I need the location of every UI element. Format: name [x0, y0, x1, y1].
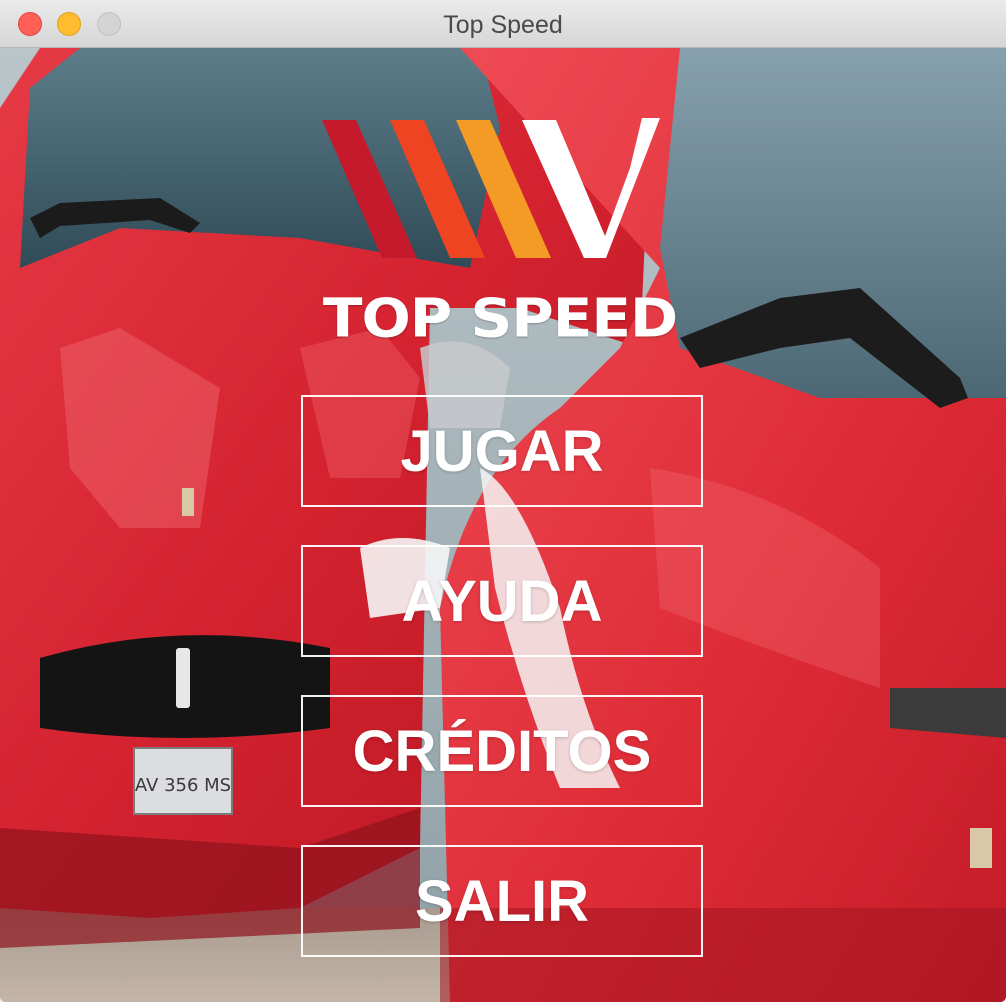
game-title-text: TOP SPEED — [322, 286, 678, 350]
title-bar[interactable]: Top Speed — [0, 0, 1006, 48]
logo-stripe-4 — [522, 118, 660, 258]
menu-scene: AV 356 MS TOP SPEED JUGAR AYUDA CRÉDITOS… — [0, 48, 1006, 1002]
help-button[interactable]: AYUDA — [301, 545, 703, 657]
credits-button[interactable]: CRÉDITOS — [301, 695, 703, 807]
play-button[interactable]: JUGAR — [301, 395, 703, 507]
svg-text:AV 356 MS: AV 356 MS — [135, 775, 231, 796]
window-title: Top Speed — [443, 11, 563, 39]
app-window: Top Speed AV 356 MS TOP SPEED JUGAR AYUD… — [0, 0, 1006, 1002]
exit-button[interactable]: SALIR — [301, 845, 703, 957]
